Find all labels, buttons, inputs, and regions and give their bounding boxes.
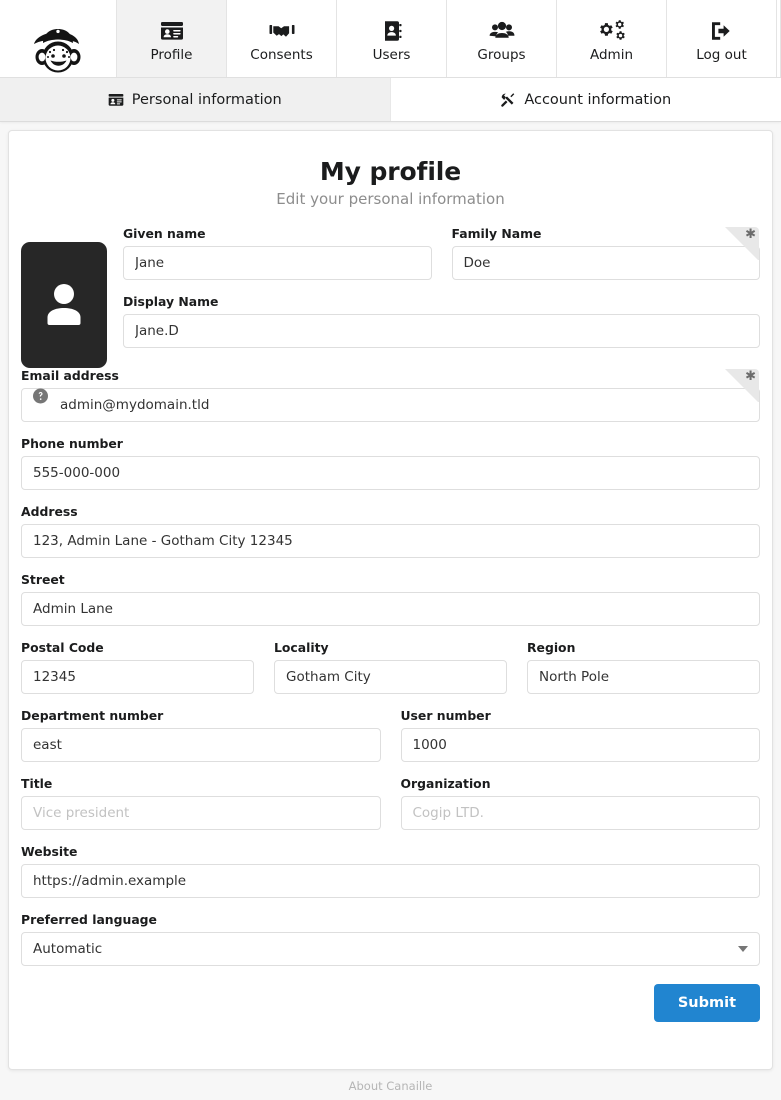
tab-personal-information-label: Personal information (131, 91, 282, 108)
address-label: Address (21, 504, 78, 519)
user-number-input[interactable] (400, 728, 760, 762)
nav-item-groups[interactable]: Groups (447, 0, 557, 77)
organization-label: Organization (400, 776, 491, 791)
phone-number-input[interactable] (21, 456, 760, 490)
tab-account-information[interactable]: Account information (390, 78, 781, 121)
field-region: Region (527, 640, 760, 694)
locality-row: Postal Code Locality Region (21, 640, 760, 708)
nav-item-users-label: Users (372, 46, 411, 63)
name-row: Given name Family Name ✱ (123, 226, 760, 294)
field-organization: Organization (400, 776, 760, 830)
app-logo[interactable] (0, 0, 117, 77)
website-input[interactable] (21, 864, 760, 898)
field-family-name: Family Name ✱ (451, 226, 760, 280)
nav-spacer (777, 0, 781, 77)
profile-card: My profile Edit your personal informatio… (8, 130, 773, 1070)
phone-number-label: Phone number (21, 436, 123, 451)
page-title: My profile (319, 157, 462, 186)
nav-item-admin[interactable]: Admin (557, 0, 667, 77)
nav-item-logout[interactable]: Log out (667, 0, 777, 77)
locality-input[interactable] (274, 660, 507, 694)
display-name-label: Display Name (123, 294, 219, 309)
nav-item-profile-label: Profile (150, 46, 193, 63)
sign-out-icon (709, 19, 735, 45)
nav-item-users[interactable]: Users (337, 0, 447, 77)
about-link[interactable]: About Canaille (349, 1079, 433, 1093)
address-book-icon (380, 19, 404, 45)
handshake-icon (269, 19, 295, 45)
field-preferred-language: Preferred language Automatic (21, 912, 760, 966)
cogs-icon (598, 19, 626, 45)
field-email: Email address ✱ (21, 368, 760, 422)
family-name-label: Family Name (451, 226, 542, 241)
title-label: Title (21, 776, 53, 791)
id-card-icon (160, 19, 184, 45)
field-address: Address (21, 504, 760, 558)
title-org-row: Title Organization (21, 776, 760, 844)
preferred-language-select-wrap: Automatic (21, 932, 760, 966)
nav-item-admin-label: Admin (589, 46, 634, 63)
main-navigation: Profile Consents Users Groups Admin Log … (0, 0, 781, 78)
website-label: Website (21, 844, 78, 859)
nav-item-logout-label: Log out (696, 46, 747, 63)
address-input[interactable] (21, 524, 760, 558)
nav-item-profile[interactable]: Profile (117, 0, 227, 77)
street-input[interactable] (21, 592, 760, 626)
submit-row: Submit (21, 984, 760, 1022)
title-input[interactable] (21, 796, 381, 830)
given-name-input[interactable] (123, 246, 432, 280)
help-circle-icon[interactable] (33, 388, 48, 404)
submit-button[interactable]: Submit (653, 984, 760, 1022)
tab-account-information-label: Account information (524, 91, 672, 108)
preferred-language-select[interactable]: Automatic (21, 932, 760, 966)
name-fields: Given name Family Name ✱ Display Name (123, 226, 760, 362)
postal-code-label: Postal Code (21, 640, 104, 655)
avatar[interactable] (21, 242, 107, 368)
street-label: Street (21, 572, 65, 587)
preferred-language-label: Preferred language (21, 912, 157, 927)
numbers-row: Department number User number (21, 708, 760, 776)
footer: About Canaille (0, 1070, 781, 1099)
id-card-icon (108, 92, 124, 108)
email-input[interactable] (21, 388, 760, 422)
tools-icon (500, 92, 516, 108)
tab-personal-information[interactable]: Personal information (0, 78, 391, 121)
nav-item-consents[interactable]: Consents (227, 0, 337, 77)
field-user-number: User number (400, 708, 760, 762)
user-placeholder-icon (41, 277, 87, 333)
field-phone-number: Phone number (21, 436, 760, 490)
canaille-mascot-logo-icon (30, 26, 86, 72)
field-street: Street (21, 572, 760, 626)
region-label: Region (527, 640, 576, 655)
field-department-number: Department number (21, 708, 381, 762)
email-label: Email address (21, 368, 119, 383)
user-number-label: User number (400, 708, 491, 723)
display-name-input[interactable] (123, 314, 760, 348)
field-locality: Locality (274, 640, 507, 694)
department-number-input[interactable] (21, 728, 381, 762)
identity-row: Given name Family Name ✱ Display Name (21, 226, 760, 368)
profile-tabs: Personal information Account information (0, 78, 781, 122)
department-number-label: Department number (21, 708, 164, 723)
field-given-name: Given name (123, 226, 432, 280)
given-name-label: Given name (123, 226, 206, 241)
users-icon (488, 19, 516, 45)
field-title: Title (21, 776, 381, 830)
nav-item-groups-label: Groups (477, 46, 526, 63)
region-input[interactable] (527, 660, 760, 694)
organization-input[interactable] (400, 796, 760, 830)
field-display-name: Display Name (123, 294, 760, 348)
field-postal-code: Postal Code (21, 640, 254, 694)
field-website: Website (21, 844, 760, 898)
nav-item-consents-label: Consents (250, 46, 313, 63)
locality-label: Locality (274, 640, 329, 655)
postal-code-input[interactable] (21, 660, 254, 694)
page-subtitle: Edit your personal information (276, 190, 505, 208)
family-name-input[interactable] (451, 246, 760, 280)
